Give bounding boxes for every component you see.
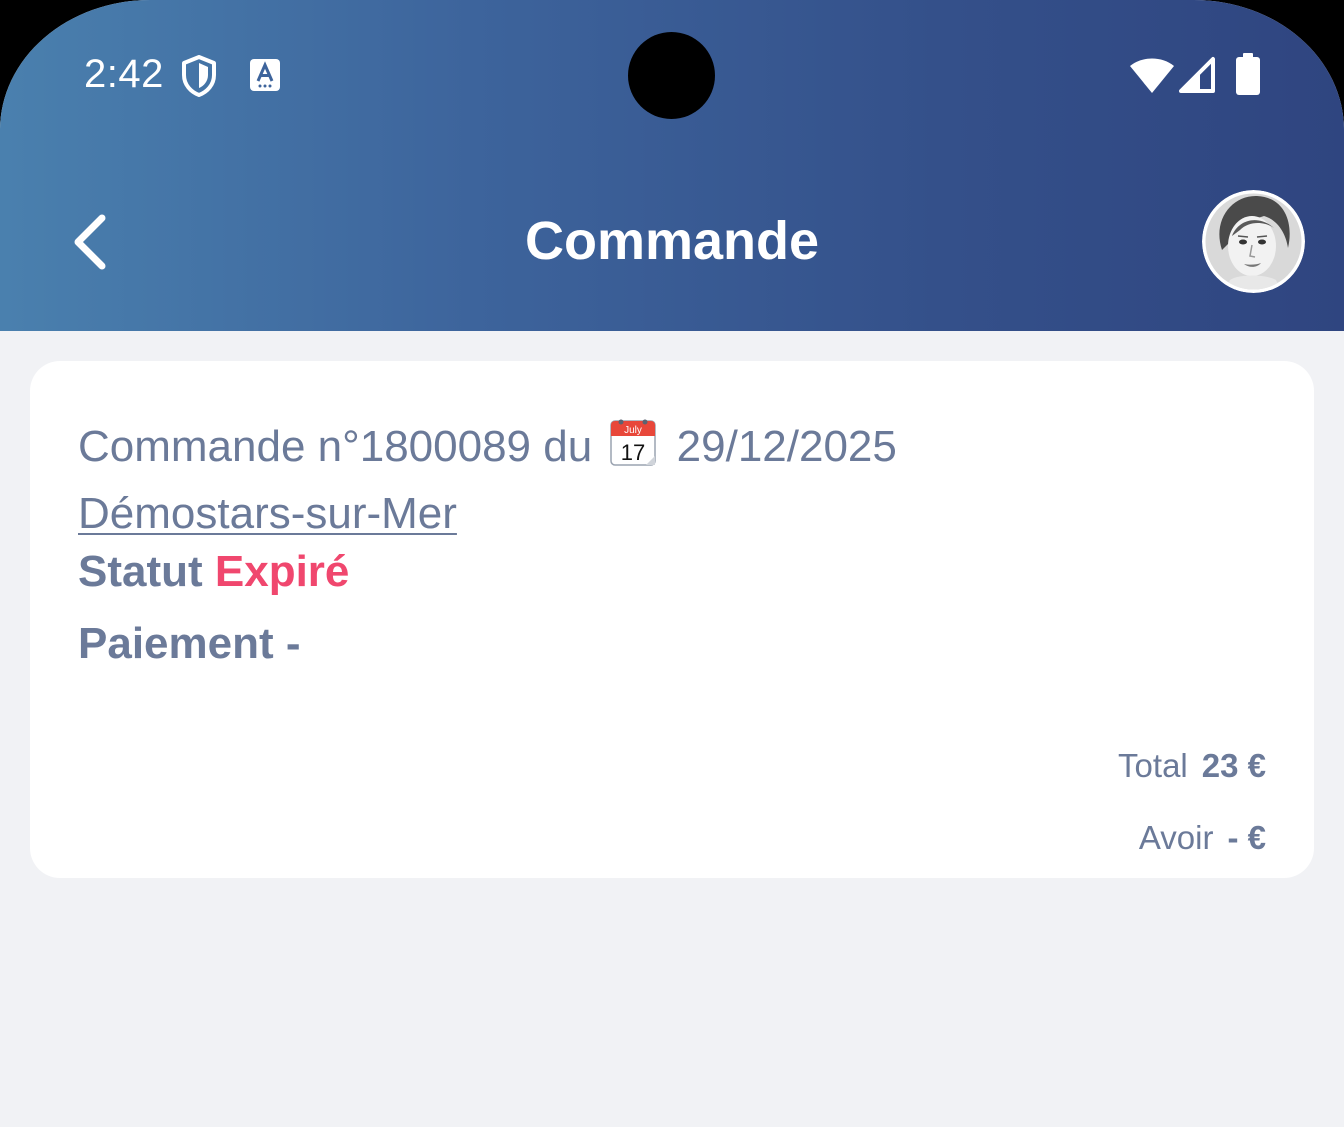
calendar-icon: July 17: [610, 419, 657, 466]
font-a-icon: [250, 59, 280, 91]
total-label: Total: [1118, 747, 1188, 784]
payment-label: Paiement: [78, 619, 274, 668]
battery-icon: [1236, 53, 1260, 95]
status-row: Statut Expiré: [78, 547, 349, 597]
order-number: Commande n°1800089 du: [78, 422, 593, 471]
total-row: Total 23 €: [1118, 747, 1266, 785]
calendar-icon-day: 17: [621, 440, 645, 465]
payment-value: -: [285, 619, 301, 668]
app-header: 2:42 Commande: [0, 0, 1344, 331]
order-card[interactable]: Commande n°1800089 du July 17 29/12/2025…: [30, 361, 1314, 878]
status-label: Statut: [78, 547, 203, 596]
total-value: 23 €: [1201, 747, 1266, 784]
avoir-value: - €: [1227, 819, 1266, 856]
page-title: Commande: [524, 211, 820, 271]
camera-cutout: [628, 32, 715, 119]
calendar-icon-month: July: [625, 425, 643, 436]
wifi-icon: [1130, 58, 1174, 93]
city-link[interactable]: Démostars-sur-Mer: [78, 489, 457, 539]
payment-row: Paiement -: [78, 619, 301, 669]
avoir-row: Avoir - €: [1139, 819, 1266, 857]
signal-icon: [1179, 57, 1215, 93]
avatar[interactable]: [1202, 190, 1305, 293]
order-date: 29/12/2025: [676, 422, 897, 471]
app-screen: 2:42 Commande Commande n°1800089 du July…: [0, 0, 1344, 1127]
order-heading: Commande n°1800089 du July 17 29/12/2025: [78, 417, 897, 472]
status-badge: Expiré: [214, 547, 350, 596]
avoir-label: Avoir: [1138, 819, 1214, 856]
shield-icon: [182, 55, 216, 97]
status-time: 2:42: [84, 52, 164, 96]
